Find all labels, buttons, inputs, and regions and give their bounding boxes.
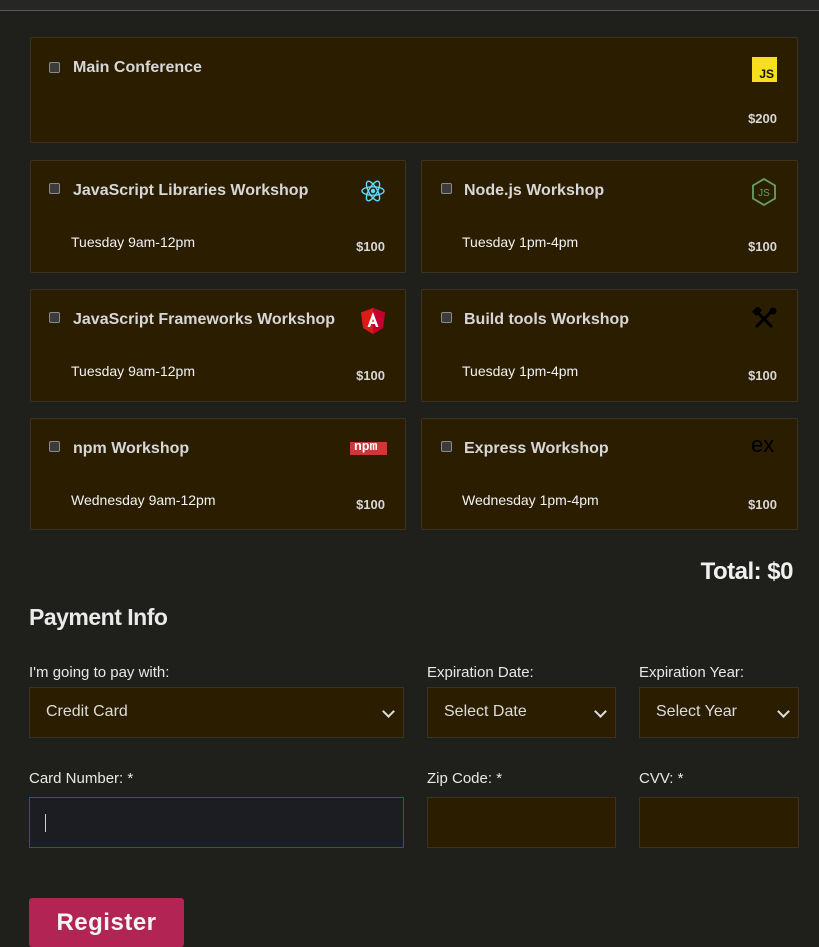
total-amount: Total: $0 xyxy=(700,558,794,585)
react-icon xyxy=(361,180,385,202)
activity-checkbox[interactable] xyxy=(441,183,452,194)
card-number-input[interactable] xyxy=(29,797,404,848)
activity-time: Tuesday 9am-12pm xyxy=(71,363,195,379)
activity-main-conference[interactable]: Main Conference JS $200 xyxy=(30,37,798,143)
activity-checkbox[interactable] xyxy=(49,62,60,73)
activity-js-libraries[interactable]: JavaScript Libraries Workshop Tuesday 9a… xyxy=(30,160,406,273)
activity-time: Wednesday 9am-12pm xyxy=(71,492,216,508)
payment-method-select[interactable]: Credit Card xyxy=(29,687,404,738)
express-icon: ex xyxy=(751,432,775,457)
register-button[interactable]: Register xyxy=(29,898,184,947)
chevron-down-icon xyxy=(594,705,607,718)
activity-name: JavaScript Frameworks Workshop xyxy=(73,311,336,328)
chevron-down-icon xyxy=(382,705,395,718)
svg-text:JS: JS xyxy=(758,188,770,199)
exp-year-value: Select Year xyxy=(656,703,737,720)
activity-time: Tuesday 1pm-4pm xyxy=(462,363,579,379)
exp-year-select[interactable]: Select Year xyxy=(639,687,799,738)
activity-name: Build tools Workshop xyxy=(464,311,630,328)
exp-date-label: Expiration Date: xyxy=(427,664,534,681)
angular-icon xyxy=(361,308,385,334)
payment-method-value: Credit Card xyxy=(46,703,128,720)
activity-name: JavaScript Libraries Workshop xyxy=(73,182,309,199)
activity-price: $100 xyxy=(356,368,385,383)
chevron-down-icon xyxy=(777,705,790,718)
activity-name: npm Workshop xyxy=(73,440,190,457)
activity-price: $100 xyxy=(356,239,385,254)
activity-checkbox[interactable] xyxy=(441,312,452,323)
exp-date-select[interactable]: Select Date xyxy=(427,687,616,738)
js-icon: JS xyxy=(752,57,777,82)
activity-time: Tuesday 9am-12pm xyxy=(71,234,195,250)
activity-checkbox[interactable] xyxy=(49,183,60,194)
activity-price: $100 xyxy=(356,497,385,512)
activity-price: $100 xyxy=(748,239,777,254)
activity-npm[interactable]: npm Workshop npm Wednesday 9am-12pm $100 xyxy=(30,418,406,530)
activity-price: $100 xyxy=(748,368,777,383)
cvv-input[interactable] xyxy=(639,797,799,848)
zip-code-label: Zip Code: * xyxy=(427,770,503,787)
exp-date-value: Select Date xyxy=(444,703,527,720)
activity-checkbox[interactable] xyxy=(49,441,60,452)
activity-express[interactable]: Express Workshop ex Wednesday 1pm-4pm $1… xyxy=(421,418,798,530)
activity-checkbox[interactable] xyxy=(49,312,60,323)
card-number-label: Card Number: * xyxy=(29,770,134,787)
activity-time: Wednesday 1pm-4pm xyxy=(462,492,599,508)
browser-top-edge xyxy=(0,0,819,11)
activity-build-tools[interactable]: Build tools Workshop Tuesday 1pm-4pm $10… xyxy=(421,289,798,402)
activity-name: Main Conference xyxy=(73,59,202,76)
text-cursor xyxy=(45,814,46,832)
activity-name: Node.js Workshop xyxy=(464,182,605,199)
cvv-label: CVV: * xyxy=(639,770,684,787)
pay-with-label: I'm going to pay with: xyxy=(29,664,170,681)
npm-icon: npm xyxy=(350,439,387,455)
nodejs-icon: JS xyxy=(752,177,776,207)
exp-year-label: Expiration Year: xyxy=(639,664,745,681)
activity-price: $100 xyxy=(748,497,777,512)
activity-price: $200 xyxy=(748,111,777,126)
activity-checkbox[interactable] xyxy=(441,441,452,452)
payment-info-heading: Payment Info xyxy=(29,604,168,630)
tools-icon xyxy=(752,307,777,329)
activity-name: Express Workshop xyxy=(464,440,609,457)
zip-code-input[interactable] xyxy=(427,797,616,848)
activity-time: Tuesday 1pm-4pm xyxy=(462,234,579,250)
activity-nodejs[interactable]: Node.js Workshop JS Tuesday 1pm-4pm $100 xyxy=(421,160,798,273)
activity-js-frameworks[interactable]: JavaScript Frameworks Workshop Tuesday 9… xyxy=(30,289,406,402)
